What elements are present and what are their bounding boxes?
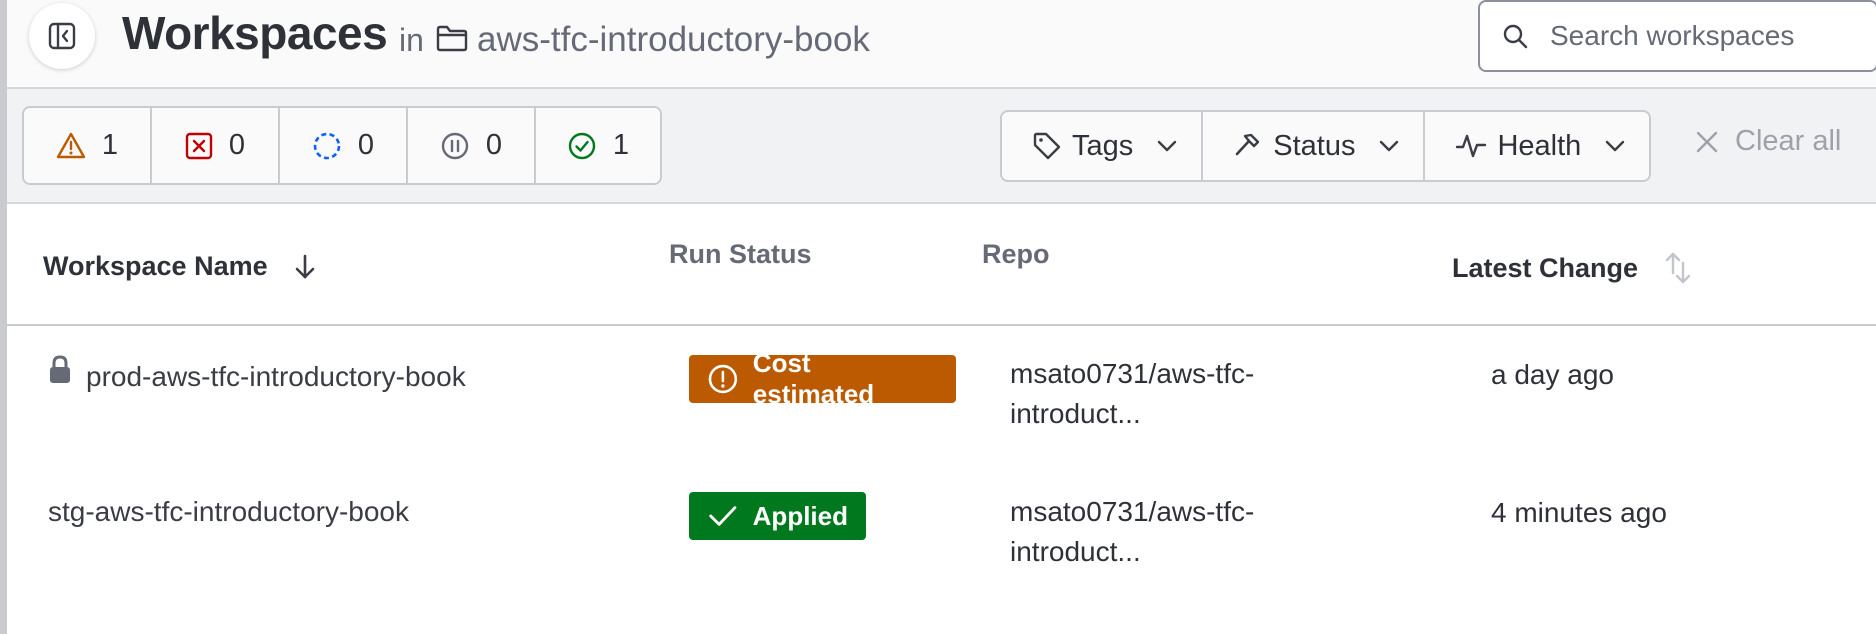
title-in-label: in <box>399 22 424 58</box>
filter-applied[interactable]: 1 <box>536 108 660 183</box>
dropdown-filter-group: Tags Status Health <box>1000 110 1652 182</box>
repo-text-line-1: msato0731/aws-tfc- <box>1010 496 1255 527</box>
applied-count: 1 <box>612 129 630 161</box>
warning-count: 1 <box>101 129 119 161</box>
filter-running[interactable]: 0 <box>280 108 408 183</box>
table-header: Workspace Name Run Status Repo Latest Ch… <box>7 204 1876 326</box>
chevron-down-icon <box>1380 140 1399 152</box>
status-badge: Applied <box>689 492 866 540</box>
arrow-down-icon <box>295 254 314 278</box>
workspace-name-link[interactable]: stg-aws-tfc-introductory-book <box>48 496 409 528</box>
clear-all-label: Clear all <box>1735 125 1842 157</box>
loading-circle-icon <box>313 132 341 159</box>
folder-icon <box>436 25 468 52</box>
repo-text-line-1: msato0731/aws-tfc- <box>1010 358 1255 389</box>
column-header-name-label: Workspace Name <box>43 251 268 281</box>
status-filter-dropdown[interactable]: Status <box>1203 112 1426 180</box>
clear-all-button[interactable]: Clear all <box>1695 125 1841 158</box>
table-row[interactable]: prod-aws-tfc-introductory-book Cost esti… <box>7 326 1876 464</box>
close-icon <box>1696 131 1718 152</box>
search-input[interactable] <box>1550 20 1870 52</box>
table-row[interactable]: stg-aws-tfc-introductory-book Applied ms… <box>7 464 1876 602</box>
repo-link[interactable]: msato0731/aws-tfc- introduct... <box>1010 492 1254 572</box>
check-circle-icon <box>568 132 596 159</box>
filter-errored-warning[interactable]: 1 <box>24 108 152 183</box>
health-filter-dropdown[interactable]: Health <box>1425 112 1649 180</box>
latest-change-text: a day ago <box>1491 359 1614 390</box>
chevron-down-icon <box>1158 140 1177 152</box>
filter-bar: 1 0 0 0 1 Tags Status Health Clear all <box>7 89 1876 204</box>
workspace-name-link[interactable]: prod-aws-tfc-introductory-book <box>86 361 466 393</box>
alert-circle-icon <box>708 364 738 394</box>
repo-text-line-2: introduct... <box>1010 536 1141 567</box>
tags-filter-dropdown[interactable]: Tags <box>1002 112 1204 180</box>
hammer-icon <box>1235 133 1260 156</box>
error-count: 0 <box>228 129 246 161</box>
lock-icon <box>50 355 70 383</box>
filter-on-hold[interactable]: 0 <box>408 108 536 183</box>
status-filter-label: Status <box>1273 129 1356 162</box>
repo-text-line-2: introduct... <box>1010 398 1141 429</box>
collapse-sidebar-button[interactable] <box>29 3 95 69</box>
running-count: 0 <box>357 129 375 161</box>
organization-link[interactable]: aws-tfc-introductory-book <box>477 20 870 60</box>
sidebar-collapse-icon <box>48 22 76 50</box>
health-filter-label: Health <box>1497 129 1582 162</box>
status-badge-label: Cost estimated <box>752 348 875 409</box>
tags-filter-label: Tags <box>1072 129 1134 162</box>
status-filter-group: 1 0 0 0 1 <box>22 106 662 185</box>
status-badge-label: Applied <box>752 500 848 531</box>
search-box[interactable] <box>1478 0 1876 72</box>
filter-errored[interactable]: 0 <box>152 108 280 183</box>
warning-triangle-icon <box>56 132 86 158</box>
chevron-down-icon <box>1606 140 1625 152</box>
pause-circle-icon <box>441 132 469 159</box>
column-header-latest-change-label: Latest Change <box>1452 252 1639 283</box>
on-hold-count: 0 <box>485 129 503 161</box>
column-header-repo: Repo <box>982 239 1050 269</box>
page-title: Workspaces <box>122 7 388 59</box>
search-icon <box>1503 24 1528 49</box>
error-x-square-icon <box>185 132 213 159</box>
tag-icon <box>1033 132 1061 160</box>
activity-icon <box>1456 134 1487 158</box>
column-header-name[interactable]: Workspace Name <box>43 251 316 282</box>
repo-link[interactable]: msato0731/aws-tfc- introduct... <box>1010 354 1254 434</box>
column-header-run-status: Run Status <box>669 239 812 269</box>
left-sidebar-edge <box>0 0 7 634</box>
page-header: Workspaces in aws-tfc-introductory-book <box>7 0 1876 89</box>
latest-change-text: 4 minutes ago <box>1491 497 1667 528</box>
column-header-latest-change[interactable]: Latest Change <box>1452 251 1692 285</box>
checkmark-icon <box>709 506 737 526</box>
sort-arrows-icon <box>1665 252 1691 284</box>
status-badge: Cost estimated <box>689 348 956 409</box>
